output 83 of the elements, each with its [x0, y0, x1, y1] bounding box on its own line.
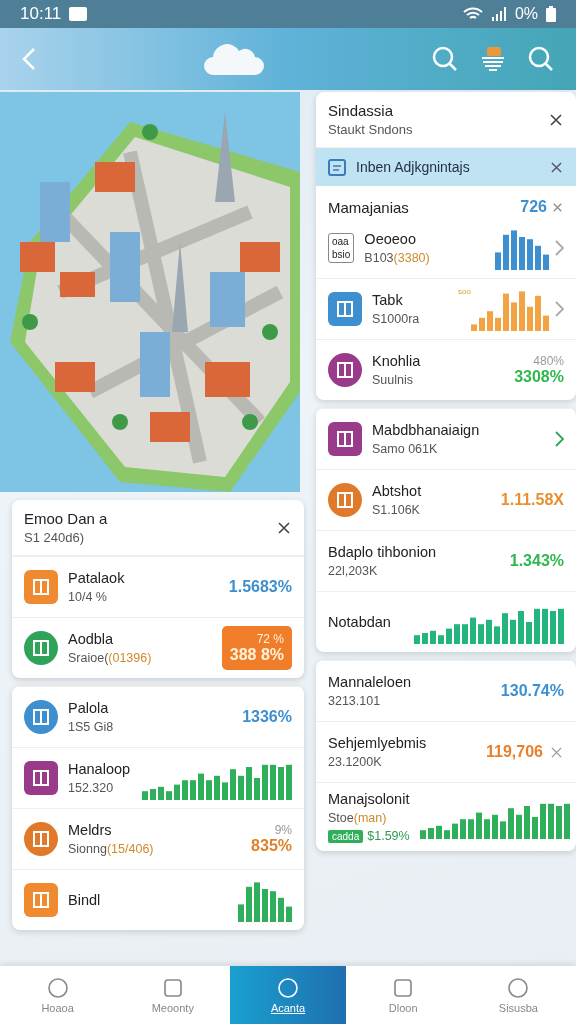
- cloud-icon: [203, 42, 265, 76]
- nav-tab[interactable]: Acanta: [230, 966, 346, 1024]
- row-subtitle: Suulnis: [372, 373, 414, 387]
- row-subtitle: 10/4 %: [68, 590, 108, 604]
- nav-tab[interactable]: Sisusba: [460, 966, 576, 1024]
- row-subtitle: Sraioe((01396): [68, 651, 153, 665]
- row-subtitle: 23.1200K: [328, 755, 383, 769]
- row-title: Oeoeoo: [364, 231, 417, 247]
- row-title: Bdaplo tihbonion: [328, 544, 438, 560]
- nav-tab[interactable]: Hoaoa: [0, 966, 116, 1024]
- row-title: Manajsolonit: [328, 791, 410, 807]
- row-title: Tabk: [372, 292, 404, 308]
- document-icon: [328, 158, 346, 176]
- card-subtitle: S1 240d6): [24, 530, 85, 545]
- row-subtitle: 1S5 Gi8: [68, 720, 115, 734]
- row-title: Mannaleloen: [328, 674, 413, 690]
- row-title: Palola: [68, 700, 110, 716]
- section-title: Mamajanias: [328, 198, 410, 216]
- code-label: oaa bsio: [328, 233, 355, 263]
- tag-value: $1.59%: [367, 829, 410, 843]
- stack-icon[interactable]: [480, 46, 506, 72]
- row-subtitle: 3213.101: [328, 694, 382, 708]
- back-icon[interactable]: [22, 47, 36, 71]
- value-badge: 72 % 388 8%: [221, 626, 292, 670]
- row-subtitle: Samo 061K: [372, 442, 439, 456]
- status-tag: cadda: [328, 829, 364, 843]
- nav-icon: [507, 976, 530, 999]
- close-button[interactable]: [549, 159, 564, 175]
- search-icon[interactable]: [432, 46, 458, 72]
- row-title: Meldrs: [68, 822, 113, 838]
- row-subtitle: S1000ra: [372, 312, 421, 326]
- row-title: Abtshot: [372, 483, 423, 499]
- value-text: 9% 835%: [251, 823, 292, 855]
- row-subtitle: 152.320: [68, 781, 115, 795]
- value-text: 1.5683%: [228, 578, 292, 596]
- close-button[interactable]: [548, 111, 564, 128]
- nav-icon: [277, 976, 299, 999]
- value-text: 480% 3308%: [514, 354, 564, 386]
- row-title: Knohlia: [372, 353, 422, 369]
- nav-tab[interactable]: Dloon: [345, 966, 461, 1024]
- row-title: Bindl: [68, 892, 102, 908]
- signal-icon: [490, 7, 507, 21]
- row-subtitle: S1.106K: [372, 503, 421, 517]
- close-icon: [553, 202, 562, 212]
- value-text: 1336%: [242, 708, 292, 726]
- nav-icon: [392, 976, 415, 999]
- value-text: 1.11.58X: [500, 491, 564, 509]
- value-text: 119,706: [486, 743, 543, 761]
- row-subtitle: 22l,203K: [328, 564, 379, 578]
- row-title: Patalaok: [68, 570, 126, 586]
- wifi-icon: [462, 7, 483, 21]
- row-subtitle: B103(3380): [364, 251, 431, 265]
- close-button[interactable]: [276, 519, 292, 536]
- value-text: 1.343%: [509, 552, 564, 570]
- clock-time: 10:11: [20, 4, 62, 24]
- row-title: Aodbla: [68, 631, 115, 647]
- search-icon[interactable]: [528, 46, 554, 72]
- chevron-icon[interactable]: [555, 301, 564, 317]
- chart-label: soo: [458, 287, 471, 296]
- row-title: Sehjemlyebmis: [328, 735, 428, 751]
- row-title: Hanaloop: [68, 761, 132, 777]
- chevron-icon[interactable]: [555, 431, 564, 447]
- row-title: Mabdbhanaiaign: [372, 422, 481, 438]
- row-title: Notabdan: [328, 614, 392, 630]
- close-icon: [551, 161, 562, 173]
- card-title: Emoo Dan a: [24, 510, 109, 527]
- row-subtitle: Stoe(man): [328, 811, 388, 825]
- banner-text: Inben Adjkgnintajs: [356, 159, 471, 175]
- card-subtitle: Staukt Sndons: [328, 122, 414, 137]
- close-icon: [550, 113, 562, 126]
- section-value: 726: [520, 198, 547, 216]
- card-title: Sindassia: [328, 102, 395, 119]
- row-subtitle: Sionng(15/406): [68, 842, 155, 856]
- nav-tab[interactable]: Meoonty: [115, 966, 231, 1024]
- message-icon: [69, 7, 88, 21]
- nav-icon: [161, 976, 184, 999]
- nav-icon: [46, 976, 69, 999]
- chevron-icon[interactable]: [555, 240, 564, 256]
- battery-icon: [546, 6, 556, 22]
- close-icon: [278, 521, 290, 534]
- battery-level: 0%: [514, 5, 538, 23]
- value-text: 130.74%: [500, 682, 564, 700]
- close-icon: [551, 746, 562, 758]
